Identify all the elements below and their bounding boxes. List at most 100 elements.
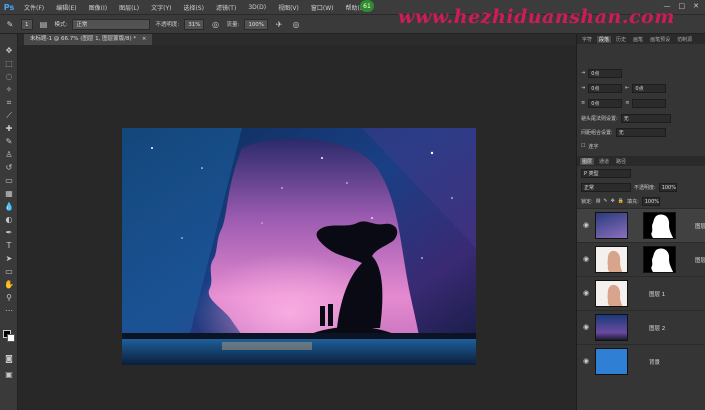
hyphenate-checkbox[interactable]: ☐	[581, 143, 585, 149]
history-brush-tool-icon[interactable]: ↺	[0, 161, 18, 174]
indent-left-field[interactable]: 0点	[588, 68, 623, 78]
layer-name: 图层	[695, 224, 705, 230]
indent-first-field[interactable]: 0点	[588, 83, 623, 93]
brush-size-picker[interactable]: 1	[21, 18, 33, 30]
fill-input[interactable]: 100%	[641, 196, 660, 206]
healing-brush-tool-icon[interactable]: ✚	[0, 122, 18, 135]
kinsoku-select[interactable]: 无	[620, 113, 671, 123]
brush-tool-icon[interactable]: ✎	[0, 135, 18, 148]
menu-type[interactable]: 文字(Y)	[145, 3, 177, 12]
lasso-tool-icon[interactable]: ◌	[0, 70, 18, 83]
path-select-tool-icon[interactable]: ➤	[0, 252, 18, 265]
lock-pixels-icon[interactable]: ▨	[596, 198, 601, 204]
pressure-size-icon[interactable]: ◎	[290, 18, 302, 30]
move-tool-icon[interactable]: ✥	[0, 44, 18, 57]
menu-image[interactable]: 图像(I)	[83, 3, 113, 12]
mojikumi-select[interactable]: 无	[615, 127, 666, 137]
layer-kind-filter[interactable]: P 类型	[581, 168, 631, 178]
hand-tool-icon[interactable]: ✋	[0, 278, 18, 291]
blur-tool-icon[interactable]: 💧	[0, 200, 18, 213]
tab-channels[interactable]: 通道	[597, 158, 611, 165]
zoom-tool-icon[interactable]: ⚲	[0, 291, 18, 304]
visibility-eye-icon[interactable]: ◉	[583, 255, 589, 263]
document-tab[interactable]: 未标题-1 @ 66.7% (图层 1, 图层蒙版/8) * ×	[24, 34, 153, 45]
layer-row[interactable]: ◉ 图层 2	[577, 310, 705, 344]
photoshop-logo: Ps	[3, 2, 15, 12]
brush-panel-icon[interactable]: ▤	[38, 18, 50, 30]
opacity-input[interactable]: 31%	[184, 18, 205, 30]
crop-tool-icon[interactable]: ⌗	[0, 96, 18, 109]
indent-row-1: ⇥ 0点	[581, 68, 623, 78]
lock-move-icon[interactable]: ✥	[611, 198, 615, 204]
pen-tool-icon[interactable]: ✒	[0, 226, 18, 239]
tab-clone-source[interactable]: 仿制源	[675, 36, 694, 43]
mask-silhouette-icon	[651, 248, 674, 272]
notification-badge: 61	[360, 0, 374, 12]
eyedropper-tool-icon[interactable]: ⟋	[0, 109, 18, 122]
blend-mode-select[interactable]: 正常	[581, 182, 631, 192]
brush-tool-icon[interactable]: ✎	[4, 18, 16, 30]
indent-right-field[interactable]: 0点	[632, 83, 667, 93]
lock-all-icon[interactable]: 🔒	[618, 198, 624, 204]
tab-paths[interactable]: 路径	[614, 158, 628, 165]
shape-tool-icon[interactable]: ▭	[0, 265, 18, 278]
mode-select[interactable]: 正常	[72, 18, 151, 30]
menu-3d[interactable]: 3D(D)	[242, 4, 272, 11]
layer-row[interactable]: ◉ 图层	[577, 242, 705, 276]
lock-paint-icon[interactable]: ✎	[603, 198, 607, 204]
tab-character[interactable]: 字符	[580, 36, 594, 43]
document-tab-close-icon[interactable]: ×	[142, 36, 147, 42]
visibility-eye-icon[interactable]: ◉	[583, 221, 589, 229]
pressure-opacity-icon[interactable]: ◎	[209, 18, 221, 30]
space-before-field[interactable]: 0点	[588, 98, 623, 108]
more-tools-icon[interactable]: ⋯	[0, 304, 18, 317]
hyphenate-row: ☐ 连字	[581, 141, 599, 151]
tab-history[interactable]: 历史	[614, 36, 628, 43]
marquee-tool-icon[interactable]: ⬚	[0, 57, 18, 70]
tab-layers[interactable]: 图层	[580, 157, 595, 165]
flow-input[interactable]: 100%	[244, 18, 269, 30]
visibility-eye-icon[interactable]: ◉	[583, 323, 589, 331]
menu-window[interactable]: 窗口(W)	[305, 3, 340, 12]
space-row: ≡ 0点 ≡	[581, 98, 667, 108]
space-before-icon: ≡	[581, 100, 586, 106]
screen-mode-icon[interactable]: ▣	[0, 368, 18, 381]
kinsoku-label: 避头尾法则设置:	[581, 115, 618, 122]
dodge-tool-icon[interactable]: ◐	[0, 213, 18, 226]
layer-row[interactable]: ◉ 图层	[577, 208, 705, 242]
menu-view[interactable]: 视图(V)	[272, 3, 305, 12]
visibility-eye-icon[interactable]: ◉	[583, 289, 589, 297]
visibility-eye-icon[interactable]: ◉	[583, 357, 589, 365]
airbrush-icon[interactable]: ✈	[273, 18, 285, 30]
fill-label: 填充:	[627, 198, 639, 205]
background-color-swatch[interactable]	[7, 334, 15, 342]
quick-select-tool-icon[interactable]: ✧	[0, 83, 18, 96]
document-tab-bar: 未标题-1 @ 66.7% (图层 1, 图层蒙版/8) * ×	[18, 34, 576, 45]
tab-brush-presets[interactable]: 画笔预设	[648, 36, 672, 43]
menu-select[interactable]: 选择(S)	[177, 3, 210, 12]
close-button[interactable]: ✕	[693, 2, 699, 10]
tab-paragraph[interactable]: 段落	[597, 35, 612, 43]
maximize-button[interactable]: □	[679, 2, 686, 10]
layer-row[interactable]: ◉ 背景	[577, 344, 705, 378]
layer-opacity-input[interactable]: 100%	[658, 182, 677, 192]
portrait-thumbnail-icon	[607, 250, 623, 272]
menu-filter[interactable]: 滤镜(T)	[210, 3, 242, 12]
space-after-icon: ≡	[625, 100, 630, 106]
layer-opacity-label: 不透明度:	[634, 184, 656, 191]
layer-thumbnail	[595, 212, 628, 239]
gradient-tool-icon[interactable]: ▦	[0, 187, 18, 200]
kinsoku-row: 避头尾法则设置: 无	[581, 113, 671, 123]
tab-brush[interactable]: 画笔	[631, 36, 645, 43]
menu-layer[interactable]: 图层(L)	[113, 3, 145, 12]
menu-file[interactable]: 文件(F)	[18, 3, 50, 12]
canvas-image[interactable]	[122, 128, 476, 365]
type-tool-icon[interactable]: T	[0, 239, 18, 252]
hyphenate-label: 连字	[588, 143, 599, 150]
quick-mask-icon[interactable]: ◙	[0, 352, 18, 365]
menu-edit[interactable]: 编辑(E)	[50, 3, 82, 12]
eraser-tool-icon[interactable]: ▭	[0, 174, 18, 187]
layer-row[interactable]: ◉ 图层 1	[577, 276, 705, 310]
space-after-field[interactable]	[632, 98, 667, 108]
clone-stamp-tool-icon[interactable]: ♙	[0, 148, 18, 161]
